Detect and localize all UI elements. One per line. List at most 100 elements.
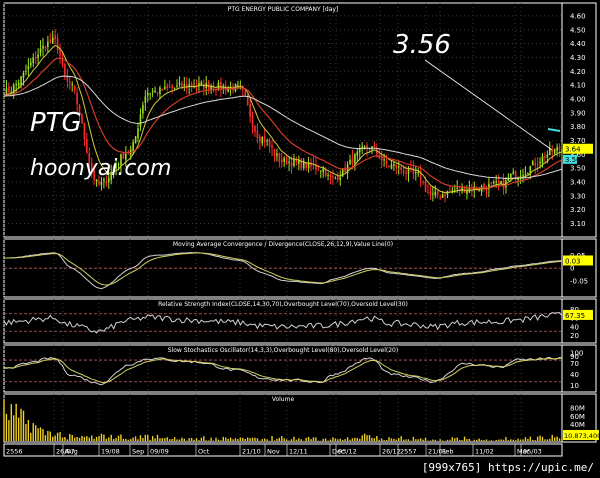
volume-bar: [183, 438, 186, 441]
candle-body: [273, 148, 276, 156]
candle-body: [203, 84, 205, 89]
volume-bar: [349, 439, 351, 441]
volume-bar: [181, 437, 183, 441]
candle-body: [64, 64, 66, 76]
volume-bar: [144, 434, 147, 441]
volume-bar: [451, 437, 454, 441]
panel-tick-label: 40: [570, 371, 579, 379]
volume-bar: [173, 437, 176, 441]
candle-body: [159, 87, 161, 95]
volume-bar: [454, 438, 456, 441]
indicator-line: [3, 356, 563, 386]
volume-bar: [532, 439, 534, 441]
candle-body: [278, 152, 281, 162]
volume-bar: [298, 438, 300, 441]
x-tick-label: Sep: [132, 448, 144, 456]
volume-bar: [434, 439, 436, 441]
volume-bar: [371, 437, 373, 441]
candle-body: [412, 167, 415, 174]
candle-body: [181, 83, 183, 88]
volume-bar: [380, 438, 383, 441]
volume-bar: [47, 430, 49, 441]
candle-body: [266, 140, 268, 142]
candle-body: [49, 39, 52, 42]
candle-body: [497, 180, 500, 184]
volume-bar: [149, 439, 151, 441]
panel-tick-label: 20: [570, 332, 579, 340]
x-tick-label: 09/09: [150, 448, 169, 456]
candle-body: [42, 45, 44, 49]
volume-bar: [424, 437, 427, 441]
candle-body: [544, 155, 546, 158]
candle-body: [436, 190, 439, 196]
volume-bar: [264, 438, 266, 441]
candle-body: [178, 83, 181, 85]
volume-bar: [200, 437, 203, 441]
volume-bar: [312, 437, 315, 441]
candle-body: [176, 85, 178, 87]
volume-bar: [266, 439, 268, 441]
candle-body: [373, 144, 376, 148]
candle-body: [293, 159, 295, 166]
x-tick-label: Nov: [267, 448, 280, 456]
candle-body: [539, 161, 541, 164]
volume-bar: [541, 436, 544, 441]
candle-body: [349, 159, 351, 164]
volume-bar: [419, 438, 422, 441]
candle-body: [98, 180, 100, 185]
volume-bar: [34, 425, 37, 441]
candle-body: [500, 180, 502, 184]
volume-bar: [536, 436, 539, 441]
candle-body: [139, 114, 142, 127]
candle-body: [405, 172, 407, 174]
volume-bar: [295, 439, 298, 441]
volume-bar: [283, 438, 285, 441]
volume-bar: [220, 440, 222, 441]
volume-bar: [402, 439, 405, 441]
volume-bar: [39, 427, 42, 441]
candle-body: [319, 170, 322, 172]
x-tick-label: 2556: [6, 448, 23, 456]
candle-body: [527, 172, 529, 175]
volume-bar: [322, 438, 324, 441]
volume-bar: [227, 438, 229, 441]
candle-body: [173, 87, 176, 89]
volume-bar: [505, 436, 507, 441]
price-tick-label: 4.00: [570, 95, 586, 103]
volume-bar: [22, 410, 25, 441]
candle-body: [332, 175, 334, 178]
volume-bar: [429, 440, 432, 441]
price-tick-label: 3.40: [570, 178, 586, 186]
candle-body: [393, 164, 395, 166]
price-tick-label: 4.10: [570, 82, 586, 90]
volume-bar: [553, 437, 556, 441]
volume-bar: [512, 439, 514, 441]
volume-bar: [407, 439, 410, 441]
volume-bar: [395, 439, 398, 441]
candle-body: [432, 193, 434, 195]
volume-bar: [193, 439, 195, 441]
candle-body: [263, 135, 266, 142]
volume-bar: [246, 437, 249, 441]
candle-body: [220, 82, 222, 90]
x-tick-label: Aug: [65, 448, 78, 456]
candle-body: [134, 136, 137, 144]
volume-bar: [234, 438, 237, 441]
volume-bar: [168, 439, 171, 441]
candle-body: [17, 82, 20, 86]
candle-body: [317, 169, 320, 171]
candle-body: [429, 191, 432, 196]
volume-bar: [507, 440, 510, 441]
volume-bar: [359, 438, 361, 441]
volume-bar: [178, 439, 181, 441]
candle-body: [105, 181, 108, 184]
candle-body: [268, 139, 271, 147]
candle-body: [251, 115, 254, 127]
axis-frame-2: [561, 298, 597, 344]
candle-body: [549, 148, 551, 156]
x-tick-label: 19/08: [101, 448, 120, 456]
candle-body: [44, 46, 47, 49]
volume-bar: [290, 439, 293, 441]
candle-body: [337, 175, 339, 181]
volume-tick-label: 60M: [570, 413, 585, 421]
